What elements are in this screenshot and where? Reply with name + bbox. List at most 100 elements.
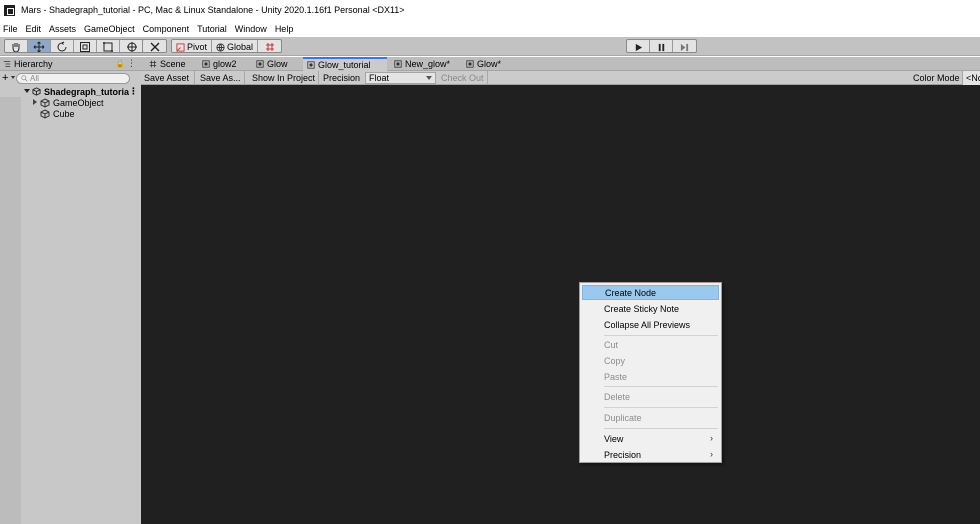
menu-edit[interactable]: Edit [26,24,47,34]
cube-icon [40,98,50,108]
rect-tool-button[interactable] [97,40,120,52]
menu-assets[interactable]: Assets [49,24,81,34]
hierarchy-gutter [0,86,21,524]
grid-snap-icon [265,43,274,51]
save-as-button[interactable]: Save As... [197,71,245,85]
window-title: Mars - Shadegraph_tutorial - PC, Mac & L… [21,5,405,15]
menu-window[interactable]: Window [235,24,272,34]
color-mode-dropdown[interactable]: <No [962,71,980,85]
hierarchy-tab-label: Hierarchy [14,58,53,69]
menu-item-create-sticky-note[interactable]: Create Sticky Note [582,301,719,316]
shader-graph-icon [202,60,210,68]
scene-grid-icon [149,60,157,68]
scene-more-icon[interactable]: ⋮ [129,86,138,97]
globe-icon [216,42,225,52]
menu-item-view[interactable]: View › [582,431,719,446]
menu-file[interactable]: File [3,24,23,34]
pause-icon [658,43,664,51]
add-dropdown-caret-icon[interactable] [11,76,15,79]
play-button[interactable] [627,40,650,52]
shader-graph-icon [307,61,315,69]
tab-glow2[interactable]: glow2 [198,57,246,71]
hierarchy-panel: Hierarchy 🔒 ⋮ + All Shadegraph_tutoria ⋮… [0,57,141,524]
grid-snap-button[interactable] [258,40,281,52]
move-arrows-icon [33,41,45,52]
cube-icon [40,109,50,119]
tree-item-cube[interactable]: Cube [0,108,141,119]
show-in-project-button[interactable]: Show In Project [249,71,319,85]
save-asset-button[interactable]: Save Asset [141,71,195,85]
global-label: Global [227,42,254,52]
tab-label: New_glow* [405,59,451,69]
menu-separator [604,386,718,387]
menu-item-copy[interactable]: Copy [582,353,719,368]
transform-tools [4,39,144,53]
color-mode-label: Color Mode [913,73,960,83]
shader-graph-icon [394,60,402,68]
precision-dropdown[interactable]: Float [365,72,436,84]
global-toggle[interactable]: Global [212,40,259,52]
scale-tool-button[interactable] [74,40,97,52]
pivot-tools: Pivot Global [171,39,283,53]
pivot-toggle[interactable]: Pivot [172,40,213,52]
menu-help[interactable]: Help [275,24,299,34]
hierarchy-search-row: + All [0,71,141,86]
expand-arrow-icon[interactable] [24,89,30,93]
more-options-icon[interactable]: ⋮ [127,58,136,69]
wrench-cross-icon [150,42,159,52]
collapse-arrow-icon[interactable] [33,99,37,105]
scene-row[interactable]: Shadegraph_tutoria ⋮ [0,86,141,97]
shader-graph-icon [256,60,264,68]
hierarchy-search-placeholder: All [30,74,39,83]
playback-controls [626,39,697,53]
menu-item-view-label: View [604,433,624,444]
tab-new-glow[interactable]: New_glow* [390,57,460,71]
tab-label: Glow_tutorial [318,60,371,70]
transform-gizmo-icon [126,42,137,52]
hierarchy-tab[interactable]: Hierarchy 🔒 ⋮ [0,57,141,71]
menu-item-precision[interactable]: Precision › [582,447,719,462]
tab-label: Scene [160,59,186,69]
menu-item-collapse-all-previews[interactable]: Collapse All Previews [582,317,719,332]
hierarchy-list-icon [3,60,11,67]
check-out-button[interactable]: Check Out [438,71,488,85]
submenu-arrow-icon: › [710,433,713,443]
tree-item-gameobject[interactable]: GameObject [0,97,141,108]
scene-name: Shadegraph_tutoria [44,86,130,97]
pause-button[interactable] [650,40,673,52]
scale-icon [80,42,90,52]
menu-item-create-node[interactable]: Create Node [582,285,719,300]
hand-tool-button[interactable] [5,40,28,52]
menu-item-precision-label: Precision [604,449,642,460]
graph-canvas[interactable] [141,86,980,524]
menu-item-paste[interactable]: Paste [582,369,719,384]
tab-glow-tutorial[interactable]: Glow_tutorial [303,57,387,71]
add-plus-icon[interactable]: + [2,72,8,84]
lock-icon[interactable]: 🔒 [115,59,125,68]
tab-glow-modified[interactable]: Glow* [462,57,512,71]
custom-tool-button[interactable] [143,40,166,52]
step-button[interactable] [673,40,696,52]
menu-item-duplicate[interactable]: Duplicate [582,410,719,425]
transform-tool-button[interactable] [120,40,143,52]
tree-item-label: GameObject [53,97,104,108]
precision-label: Precision [323,73,361,83]
rotate-tool-button[interactable] [51,40,74,52]
menu-component[interactable]: Component [143,24,195,34]
context-menu: Create Node Create Sticky Note Collapse … [579,282,722,463]
menu-item-delete[interactable]: Delete [582,389,719,404]
menu-tutorial[interactable]: Tutorial [197,24,232,34]
hand-icon [12,43,20,52]
menu-item-cut[interactable]: Cut [582,337,719,352]
move-tool-button[interactable] [28,40,51,52]
graph-toolbar: Save Asset Save As... Show In Project Pr… [141,71,980,85]
tab-scene[interactable]: Scene [145,57,190,71]
pivot-icon [176,42,185,52]
hierarchy-search-input[interactable]: All [16,73,130,84]
menu-bar: File Edit Assets GameObject Component Tu… [0,20,980,37]
submenu-arrow-icon: › [710,449,713,459]
unity-scene-icon [32,87,41,96]
menu-gameobject[interactable]: GameObject [84,24,140,34]
tab-glow[interactable]: Glow [252,57,298,71]
rotate-icon [57,41,67,52]
